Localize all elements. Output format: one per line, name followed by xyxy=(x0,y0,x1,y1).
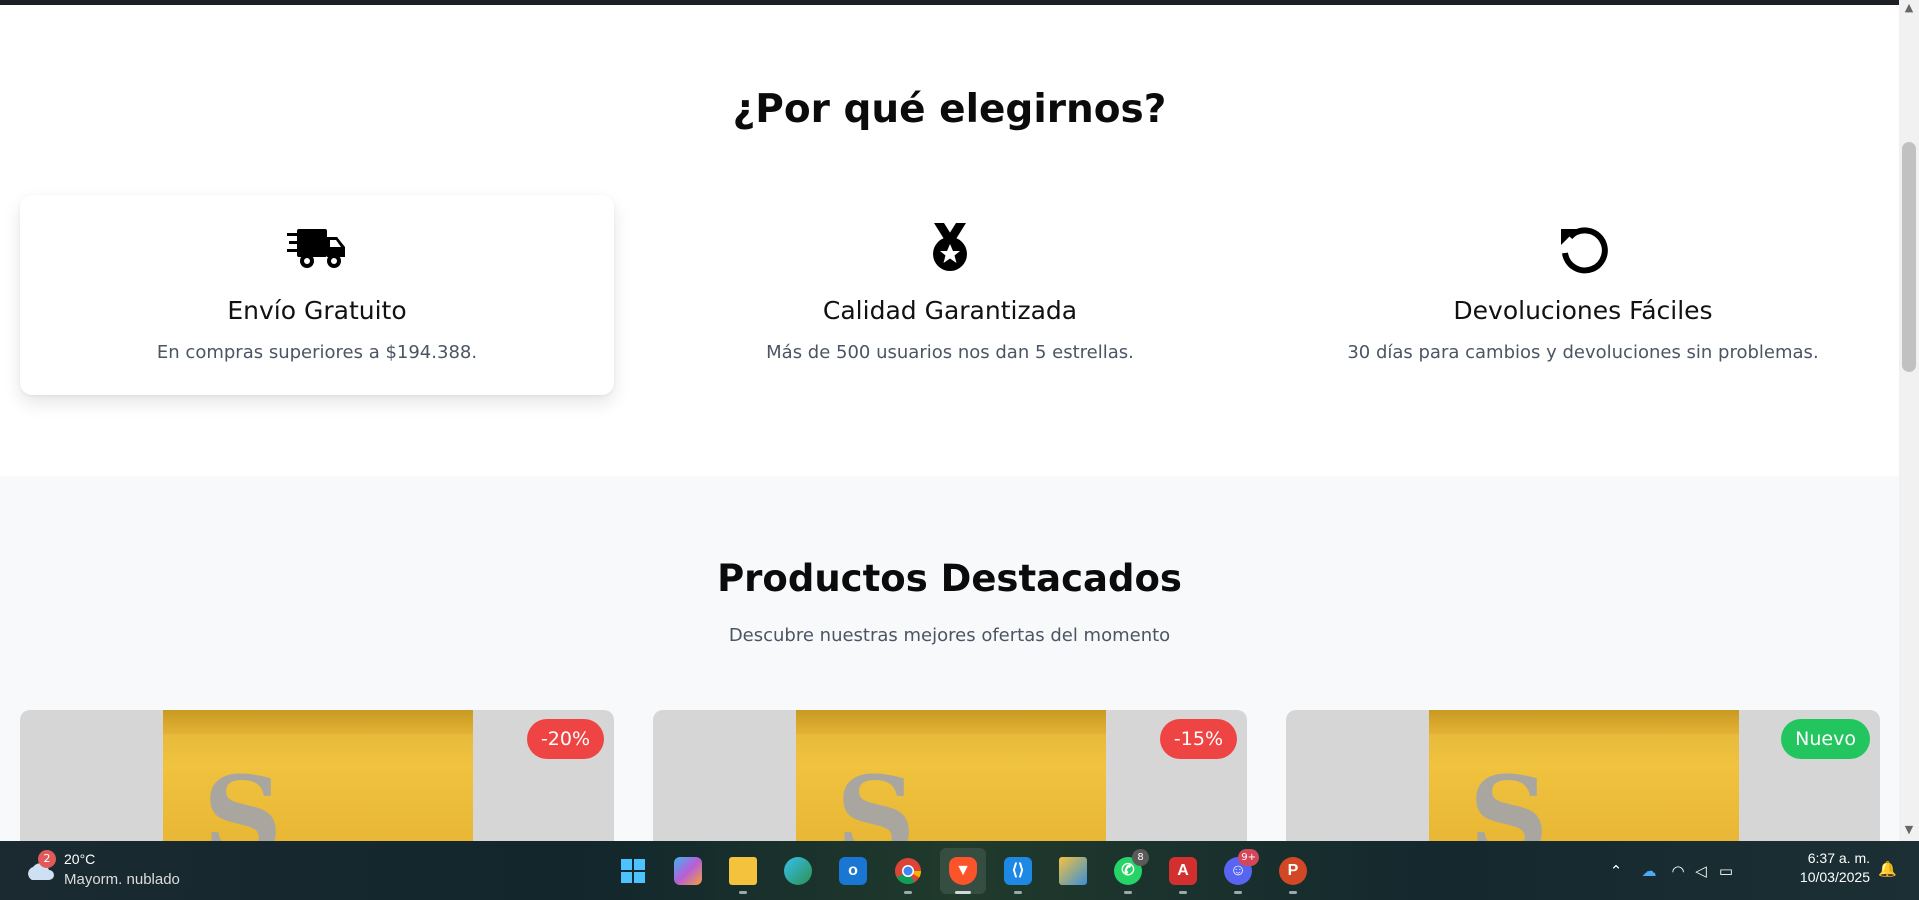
copilot-icon xyxy=(674,857,702,885)
vscode-icon: ⟨⟩ xyxy=(1004,857,1032,885)
running-indicator xyxy=(1124,891,1132,894)
running-indicator xyxy=(1289,891,1297,894)
rotate-left-icon xyxy=(1561,227,1608,274)
feature-title: Envío Gratuito xyxy=(227,296,407,325)
running-indicator xyxy=(1179,891,1187,894)
new-badge: Nuevo xyxy=(1781,719,1870,759)
feature-description: Más de 500 usuarios nos dan 5 estrellas. xyxy=(766,342,1134,363)
file-explorer-button[interactable] xyxy=(720,848,766,894)
why-choose-us-section: ¿Por qué elegirnos? Envío Gratuito En co… xyxy=(0,5,1899,476)
discord-count-badge: 9+ xyxy=(1238,849,1259,866)
battery-icon[interactable]: ▭ xyxy=(1715,860,1737,882)
whatsapp-count-badge: 8 xyxy=(1132,849,1149,866)
brave-button[interactable]: ▼ xyxy=(940,848,986,894)
discount-badge: -15% xyxy=(1159,719,1237,759)
product-card[interactable]: S -20% xyxy=(20,710,614,841)
chrome-button[interactable] xyxy=(885,848,931,894)
weather-description: Mayorm. nublado xyxy=(64,871,180,888)
edge-button[interactable] xyxy=(775,848,821,894)
discord-button[interactable]: ☺ 9+ xyxy=(1215,848,1261,894)
running-indicator xyxy=(739,891,747,894)
start-icon xyxy=(621,859,645,883)
bag-letter: S xyxy=(836,752,916,842)
discount-badge: -20% xyxy=(526,719,604,759)
scroll-down-arrow-icon[interactable]: ▼ xyxy=(1899,822,1919,838)
powerpoint-button[interactable]: P xyxy=(1270,848,1316,894)
running-indicator xyxy=(1014,891,1022,894)
feature-description: 30 días para cambios y devoluciones sin … xyxy=(1347,342,1819,363)
feature-title: Devoluciones Fáciles xyxy=(1453,296,1713,325)
feature-title: Calidad Garantizada xyxy=(822,296,1078,325)
copilot-button[interactable] xyxy=(665,848,711,894)
bag-letter: S xyxy=(203,752,283,842)
running-indicator xyxy=(904,891,912,894)
featured-products-section: Productos Destacados Descubre nuestras m… xyxy=(0,476,1899,841)
bag-letter: S xyxy=(1469,752,1549,842)
start-button[interactable] xyxy=(610,848,656,894)
product-card[interactable]: S Nuevo xyxy=(1286,710,1880,841)
acrobat-button[interactable]: A xyxy=(1160,848,1206,894)
feature-card-quality: Calidad Garantizada Más de 500 usuarios … xyxy=(653,195,1247,395)
chevron-up-icon[interactable]: ⌃ xyxy=(1605,860,1627,882)
why-section-title: ¿Por qué elegirnos? xyxy=(732,87,1167,132)
edge-icon xyxy=(784,857,812,885)
onedrive-icon[interactable]: ☁ xyxy=(1638,860,1660,882)
powerpoint-icon: P xyxy=(1279,857,1307,885)
weather-widget[interactable]: 2 20°C Mayorm. nublado xyxy=(18,848,218,894)
products-section-subtitle: Descubre nuestras mejores ofertas del mo… xyxy=(728,625,1171,646)
truck-fast-icon xyxy=(287,229,345,268)
outlook-icon: o xyxy=(839,857,867,885)
weather-alert-badge: 2 xyxy=(38,850,56,868)
scroll-thumb[interactable] xyxy=(1902,142,1916,372)
products-section-title: Productos Destacados xyxy=(717,557,1182,600)
product-image: S xyxy=(1429,710,1739,841)
running-indicator xyxy=(1234,891,1242,894)
feature-card-free-shipping: Envío Gratuito En compras superiores a $… xyxy=(20,195,614,395)
medal-icon xyxy=(933,223,967,271)
files-icon xyxy=(1059,857,1087,885)
product-image: S xyxy=(796,710,1106,841)
product-card[interactable]: S -15% xyxy=(653,710,1247,841)
feature-card-returns: Devoluciones Fáciles 30 días para cambio… xyxy=(1286,195,1880,395)
product-image: S xyxy=(163,710,473,841)
browser-viewport: ¿Por qué elegirnos? Envío Gratuito En co… xyxy=(0,0,1899,841)
wifi-icon[interactable]: ◠ xyxy=(1667,860,1689,882)
windows-taskbar: 2 20°C Mayorm. nublado o ▼ ⟨⟩ ✆ 8 A ☺ 9+… xyxy=(0,841,1919,900)
active-indicator xyxy=(955,891,971,894)
feature-description: En compras superiores a $194.388. xyxy=(156,342,478,363)
vscode-button[interactable]: ⟨⟩ xyxy=(995,848,1041,894)
outlook-button[interactable]: o xyxy=(830,848,876,894)
notification-bell-icon[interactable]: 🔔 xyxy=(1878,860,1900,882)
brave-icon: ▼ xyxy=(949,857,977,885)
files-button[interactable] xyxy=(1050,848,1096,894)
clock-date: 10/03/2025 xyxy=(1799,869,1870,885)
page-scrollbar[interactable]: ▲ ▼ xyxy=(1899,0,1919,841)
chrome-icon xyxy=(895,858,922,885)
clock-time: 6:37 a. m. xyxy=(1807,850,1870,866)
taskbar-clock[interactable]: 6:37 a. m. 10/03/2025 xyxy=(1780,850,1870,885)
volume-icon[interactable]: ◁ xyxy=(1690,860,1712,882)
whatsapp-button[interactable]: ✆ 8 xyxy=(1105,848,1151,894)
scroll-up-arrow-icon[interactable]: ▲ xyxy=(1899,0,1919,16)
acrobat-icon: A xyxy=(1169,857,1197,885)
file-explorer-icon xyxy=(729,857,757,885)
weather-temperature: 20°C xyxy=(64,851,96,867)
